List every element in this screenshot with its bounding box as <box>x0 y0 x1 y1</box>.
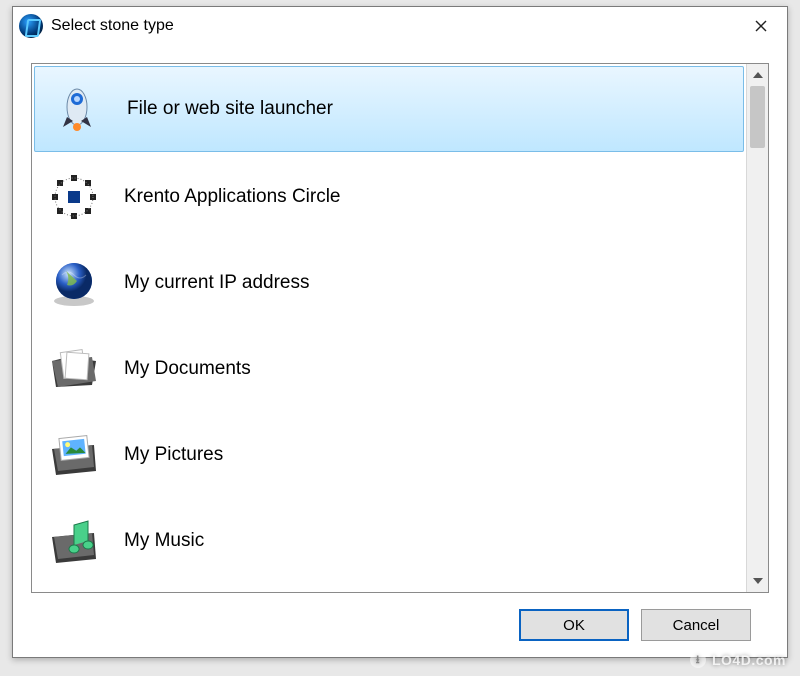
scroll-track[interactable] <box>747 86 768 570</box>
list-item-label: Krento Applications Circle <box>124 186 341 208</box>
watermark-text: LO4D.com <box>712 652 786 668</box>
close-button[interactable] <box>735 7 787 45</box>
scroll-down-button[interactable] <box>747 570 768 592</box>
globe-icon <box>46 255 102 311</box>
ok-button[interactable]: OK <box>519 609 629 641</box>
list-viewport: File or web site launcher <box>32 64 746 592</box>
list-item-label: My Pictures <box>124 444 223 466</box>
documents-folder-icon <box>46 341 102 397</box>
watermark: ⭳ LO4D.com <box>690 652 786 668</box>
list-item-label: My Documents <box>124 358 251 380</box>
list-item[interactable]: File or web site launcher <box>34 66 744 152</box>
button-label: OK <box>563 617 585 634</box>
chevron-down-icon <box>753 578 763 584</box>
chevron-up-icon <box>753 72 763 78</box>
list-item-label: My current IP address <box>124 272 310 294</box>
watermark-icon: ⭳ <box>690 652 706 668</box>
rocket-icon <box>49 81 105 137</box>
list-item[interactable]: My current IP address <box>32 240 746 326</box>
pictures-folder-icon <box>46 427 102 483</box>
button-label: Cancel <box>673 617 720 634</box>
list-item-label: My Music <box>124 530 204 552</box>
cancel-button[interactable]: Cancel <box>641 609 751 641</box>
list-item[interactable]: My Pictures <box>32 412 746 498</box>
app-circle-icon <box>46 169 102 225</box>
close-icon <box>755 20 767 32</box>
app-icon <box>19 14 43 38</box>
music-folder-icon <box>46 513 102 569</box>
vertical-scrollbar[interactable] <box>746 64 768 592</box>
list-item[interactable]: My Documents <box>32 326 746 412</box>
window-title: Select stone type <box>51 17 174 35</box>
dialog-window: Select stone type <box>12 6 788 658</box>
list-item-label: File or web site launcher <box>127 98 333 120</box>
client-area: File or web site launcher <box>13 45 787 657</box>
scroll-up-button[interactable] <box>747 64 768 86</box>
stone-type-list[interactable]: File or web site launcher <box>31 63 769 593</box>
dialog-buttons: OK Cancel <box>31 593 769 657</box>
titlebar: Select stone type <box>13 7 787 45</box>
list-item[interactable]: My Music <box>32 498 746 584</box>
scroll-thumb[interactable] <box>750 86 765 148</box>
list-item[interactable]: Krento Applications Circle <box>32 154 746 240</box>
